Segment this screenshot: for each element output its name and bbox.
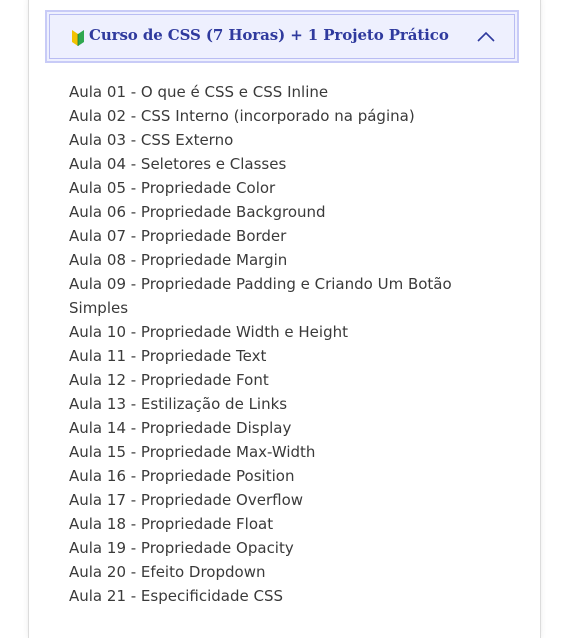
lesson-item: Aula 04 - Seletores e Classes (69, 155, 287, 173)
lesson-item: Aula 15 - Propriedade Max-Width (69, 443, 316, 461)
chevron-up-icon[interactable] (477, 31, 495, 43)
beginner-leaf-icon (72, 30, 84, 46)
lesson-item: Aula 08 - Propriedade Margin (69, 251, 288, 269)
lesson-item: Aula 17 - Propriedade Overflow (69, 491, 304, 509)
lesson-item: Aula 12 - Propriedade Font (69, 371, 269, 389)
lesson-item: Aula 13 - Estilização de Links (69, 395, 288, 413)
lesson-item: Aula 05 - Propriedade Color (69, 179, 276, 197)
accordion-title: Curso de CSS (7 Horas) + 1 Projeto Práti… (89, 26, 449, 44)
lesson-item: Aula 18 - Propriedade Float (69, 515, 274, 533)
lesson-list: Aula 01 - O que é CSS e CSS Inline Aula 0… (69, 80, 489, 608)
lesson-item: Aula 14 - Propriedade Display (69, 419, 292, 437)
lesson-item: Aula 03 - CSS Externo (69, 131, 234, 149)
lesson-item: Aula 06 - Propriedade Background (69, 203, 326, 221)
lesson-item: Aula 19 - Propriedade Opacity (69, 539, 294, 557)
lesson-item: Aula 02 - CSS Interno (incorporado na pá… (69, 107, 415, 125)
accordion-header[interactable]: Curso de CSS (7 Horas) + 1 Projeto Práti… (45, 10, 519, 63)
lesson-item: Aula 10 - Propriedade Width e Height (69, 323, 348, 341)
lesson-item: Aula 01 - O que é CSS e CSS Inline (69, 83, 329, 101)
lesson-item: Aula 11 - Propriedade Text (69, 347, 267, 365)
lesson-item: Aula 07 - Propriedade Border (69, 227, 287, 245)
course-card: Curso de CSS (7 Horas) + 1 Projeto Práti… (28, 0, 541, 638)
lesson-item: Aula 09 - Propriedade Padding e Criando … (69, 275, 452, 317)
lesson-item: Aula 20 - Efeito Dropdown (69, 563, 266, 581)
lesson-item: Aula 21 - Especificidade CSS (69, 587, 283, 605)
lesson-item: Aula 16 - Propriedade Position (69, 467, 295, 485)
